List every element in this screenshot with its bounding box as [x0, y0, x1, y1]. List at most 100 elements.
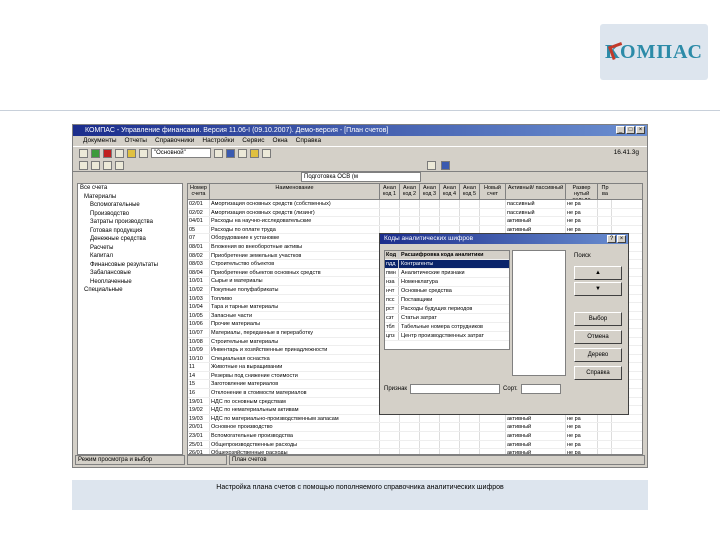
table-cell	[420, 200, 440, 208]
minimize-button[interactable]: _	[616, 126, 625, 134]
maximize-button[interactable]: □	[626, 126, 635, 134]
menu-help[interactable]: Справка	[296, 136, 322, 146]
folder-icon[interactable]	[127, 148, 136, 158]
menu-settings[interactable]: Настройки	[202, 136, 234, 146]
select-button[interactable]: Выбор	[574, 312, 622, 326]
close-button[interactable]: ×	[636, 126, 645, 134]
table-cell	[440, 432, 460, 440]
up-button[interactable]: ▲	[574, 266, 622, 280]
tree-icon[interactable]	[79, 160, 88, 170]
check-icon[interactable]	[91, 148, 100, 158]
table-cell	[440, 200, 460, 208]
tree-node[interactable]: Капитал	[78, 252, 182, 261]
table-cell: 16	[188, 389, 210, 397]
sort-field[interactable]	[520, 384, 561, 394]
print-icon[interactable]	[139, 148, 148, 158]
filter-field[interactable]: Подготовка ОСВ (м	[301, 172, 421, 182]
code-cell: сзт	[385, 314, 399, 322]
table-cell: 10/10	[188, 354, 210, 363]
col-header[interactable]: Новый счет	[480, 184, 506, 199]
down-button[interactable]: ▼	[574, 282, 622, 296]
table-cell: Покупные полуфабрикаты	[210, 285, 380, 294]
col-header[interactable]: Анал код 1	[380, 184, 400, 199]
search-label: Поиск	[574, 253, 591, 259]
col-header[interactable]: Анал код 2	[400, 184, 420, 199]
tree-node[interactable]: Расчеты	[78, 244, 182, 253]
sort-icon[interactable]	[226, 148, 235, 158]
col-header[interactable]: Наименование	[210, 184, 380, 199]
help-button[interactable]: Справка	[574, 366, 622, 380]
table-row[interactable]: 04/01 Расходы на научно-исследовательские…	[188, 217, 642, 226]
tree-node[interactable]: Денежные средства	[78, 235, 182, 244]
code-row[interactable]: рст Расходы будущих периодов	[385, 305, 509, 314]
code-row[interactable]: цпз Центр производственных затрат	[385, 332, 509, 341]
menu-windows[interactable]: Окна	[273, 136, 288, 146]
code-row[interactable]: пмн Аналитические признаки	[385, 269, 509, 278]
col-header[interactable]: Активный/ пассивный	[506, 184, 566, 199]
table-row[interactable]: 23/01 Вспомогательные производства активны…	[188, 432, 642, 441]
tree-node[interactable]: Производство	[78, 210, 182, 219]
menu-documents[interactable]: Документы	[83, 136, 117, 146]
kompas-logo: КОМПАС	[600, 24, 708, 80]
table-cell: активный	[506, 414, 566, 423]
cancel-button[interactable]: Отмена	[574, 330, 622, 344]
tree-node[interactable]: Забалансовые	[78, 269, 182, 278]
list-icon[interactable]	[91, 160, 100, 170]
apply-icon[interactable]	[427, 160, 436, 170]
refresh-icon[interactable]	[238, 148, 247, 158]
attribute-field[interactable]	[410, 384, 501, 394]
menu-service[interactable]: Сервис	[242, 136, 264, 146]
tree-node[interactable]: Вспомогательные	[78, 201, 182, 210]
col-header[interactable]: Анал код 5	[460, 184, 480, 199]
col-header[interactable]: Номер счета	[188, 184, 210, 199]
slide-caption: Настройка плана счетов с помощью пополня…	[72, 480, 648, 510]
find-icon[interactable]	[262, 148, 271, 158]
table-cell	[440, 217, 460, 225]
expand-icon[interactable]	[103, 160, 112, 170]
table-row[interactable]: 02/01 Амортизация основных средств (собст…	[188, 200, 642, 209]
tree-node[interactable]: Материалы	[78, 193, 182, 202]
col-header[interactable]: Анал код 4	[440, 184, 460, 199]
delete-icon[interactable]	[103, 148, 112, 158]
tree-node[interactable]: Все счета	[78, 184, 182, 193]
copy-icon[interactable]	[115, 148, 124, 158]
filter-icon[interactable]	[214, 148, 223, 158]
code-row[interactable]: пдд Контрагенты	[385, 260, 509, 269]
menu-reports[interactable]: Отчеты	[125, 136, 147, 146]
table-row[interactable]: 25/01 Общепроизводственные расходы активны…	[188, 440, 642, 450]
table-row[interactable]: 20/01 Основное производство активный не ра	[188, 423, 642, 433]
tree-node[interactable]: Готовая продукция	[78, 227, 182, 236]
pin-icon[interactable]	[441, 160, 450, 170]
view-combo[interactable]: "Основной"	[151, 148, 211, 158]
tree-node[interactable]: Затраты производства	[78, 218, 182, 227]
code-row[interactable]: сзт Статьи затрат	[385, 314, 509, 323]
table-row[interactable]: 19/03 НДС по материально-производственным…	[188, 414, 642, 424]
table-cell	[380, 217, 400, 225]
table-cell: 08/02	[188, 251, 210, 260]
col-header[interactable]: Пр ва	[598, 184, 612, 199]
col-header[interactable]: Развер нутый сальдо	[566, 184, 598, 199]
table-cell: НДС по материально-производственным запа…	[210, 414, 380, 423]
star-icon[interactable]	[250, 148, 259, 158]
dialog-help-button[interactable]: ?	[607, 235, 616, 243]
table-cell: Животные на выращивании	[210, 363, 380, 371]
tree-node[interactable]: Финансовые результаты	[78, 261, 182, 270]
code-row[interactable]: псс Поставщики	[385, 296, 509, 305]
menu-references[interactable]: Справочники	[155, 136, 194, 146]
tree-button[interactable]: Дерево	[574, 348, 622, 362]
tree-node[interactable]: Специальные	[78, 286, 182, 295]
new-icon[interactable]	[79, 148, 88, 158]
dialog-title: Коды аналитических шифров	[384, 235, 474, 242]
collapse-icon[interactable]	[115, 160, 124, 170]
table-cell	[460, 440, 480, 449]
code-row[interactable]: тбл Табельные номера сотрудников	[385, 323, 509, 332]
table-cell: пассивный	[506, 200, 566, 208]
tree-node[interactable]: Неоплаченные	[78, 278, 182, 287]
table-row[interactable]: 02/02 Амортизация основных средств (лизин…	[188, 208, 642, 218]
code-row[interactable]: нчт Основные средства	[385, 287, 509, 296]
table-cell: Расходы на научно-исследовательские	[210, 217, 380, 225]
col-header[interactable]: Анал код 3	[420, 184, 440, 199]
code-row[interactable]: нза Номенклатура	[385, 278, 509, 287]
dialog-close-button[interactable]: ×	[617, 235, 626, 243]
table-cell	[380, 208, 400, 217]
